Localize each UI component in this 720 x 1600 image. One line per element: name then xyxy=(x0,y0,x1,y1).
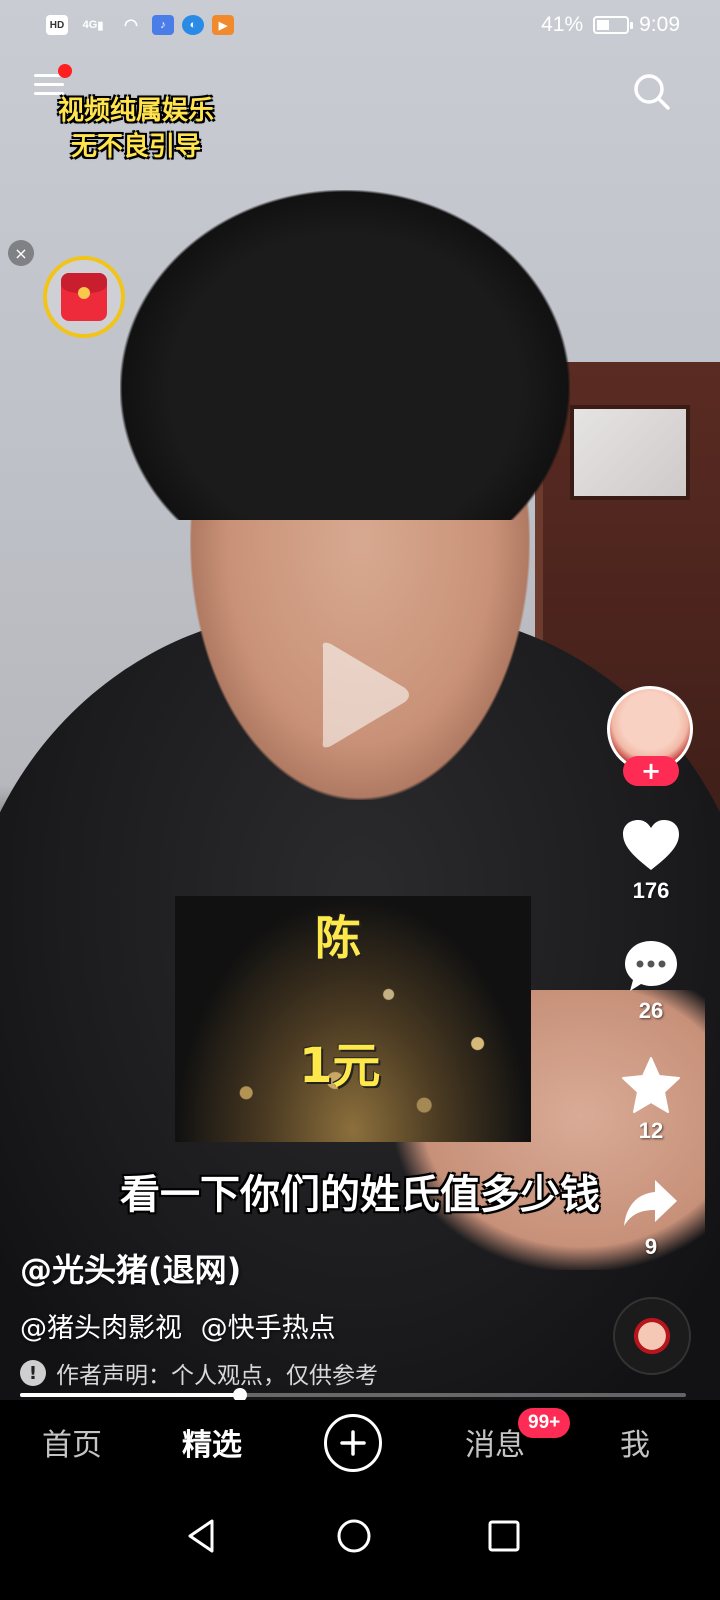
author-statement: ! 作者声明：个人观点，仅供参考 xyxy=(20,1356,378,1390)
nav-featured[interactable]: 精选 xyxy=(182,1420,242,1464)
status-right: 41% 9:09 xyxy=(541,13,680,37)
like-button[interactable]: 176 xyxy=(608,818,694,904)
browser-app-icon: ◐ xyxy=(182,15,204,35)
signal-icon: 4G ▮ xyxy=(82,19,104,32)
share-button[interactable]: 9 xyxy=(608,1176,694,1260)
favorite-count: 12 xyxy=(638,1118,664,1143)
video-person-hair xyxy=(120,190,570,520)
comment-button[interactable]: 26 xyxy=(608,938,694,1024)
comment-count: 26 xyxy=(638,998,664,1023)
video-progress-bar[interactable] xyxy=(20,1388,686,1402)
bottom-nav: 首页 精选 消息 99+ 我 xyxy=(0,1400,720,1488)
video-app-icon: ▶ xyxy=(212,15,234,35)
nav-messages[interactable]: 消息 xyxy=(465,1420,525,1464)
video-progress-fill xyxy=(20,1393,240,1397)
create-button[interactable] xyxy=(324,1414,382,1472)
mentions: @猪头肉影视 @快手热点 xyxy=(20,1306,346,1345)
coin-value: 1元 xyxy=(299,1038,381,1094)
music-app-icon: ♪ xyxy=(152,15,174,35)
coin-image: 陈 1元 xyxy=(175,896,531,1142)
status-bar: HD 4G ▮ ◠ ♪ ◐ ▶ 41% 9:09 xyxy=(0,0,720,50)
red-packet-icon xyxy=(61,273,107,321)
mention-link[interactable]: @猪头肉影视 xyxy=(20,1313,182,1344)
system-nav-bar xyxy=(0,1488,720,1600)
status-left-icons: HD 4G ▮ ◠ ♪ ◐ ▶ xyxy=(46,15,234,35)
red-packet-button[interactable] xyxy=(43,256,125,338)
share-icon xyxy=(624,1180,677,1226)
comment-icon xyxy=(625,941,677,991)
disclaimer-line-2: 无不良引导 xyxy=(70,132,201,162)
video-subtitle: 看一下你们的姓氏值多少钱 xyxy=(120,1172,600,1218)
like-count: 176 xyxy=(632,878,670,903)
menu-line xyxy=(34,83,64,86)
nav-home[interactable]: 首页 xyxy=(42,1420,102,1464)
nav-me[interactable]: 我 xyxy=(620,1420,650,1464)
play-icon[interactable] xyxy=(313,640,413,750)
video-door-window xyxy=(570,405,690,500)
hd-icon: HD xyxy=(46,15,68,35)
battery-icon xyxy=(593,16,634,34)
home-circle-icon[interactable] xyxy=(334,1516,374,1556)
author-name[interactable]: @光头猪(退网) xyxy=(20,1245,241,1291)
search-icon[interactable] xyxy=(632,72,672,112)
follow-button[interactable]: + xyxy=(623,756,679,786)
back-triangle-icon[interactable] xyxy=(182,1516,222,1556)
close-icon[interactable]: × xyxy=(8,240,34,266)
music-disc[interactable] xyxy=(613,1297,691,1375)
star-icon xyxy=(622,1057,680,1113)
heart-icon xyxy=(623,820,679,870)
share-count: 9 xyxy=(644,1234,658,1259)
favorite-button[interactable]: 12 xyxy=(608,1056,694,1144)
menu-notification-dot xyxy=(58,64,72,78)
disclaimer-line-1: 视频纯属娱乐 xyxy=(57,96,214,126)
messages-badge: 99+ xyxy=(518,1408,571,1438)
warning-icon: ! xyxy=(20,1360,46,1386)
statement-text: 作者声明：个人观点，仅供参考 xyxy=(56,1363,378,1389)
battery-level xyxy=(597,20,609,30)
wifi-icon: ◠ xyxy=(124,17,138,34)
network-type: 4G xyxy=(82,19,98,31)
recents-square-icon[interactable] xyxy=(484,1516,524,1556)
coin-surname: 陈 xyxy=(315,911,361,965)
video-disclaimer-caption: 视频纯属娱乐 无不良引导 xyxy=(36,93,236,165)
plus-icon xyxy=(340,1430,366,1456)
battery-percent: 41% xyxy=(541,13,584,36)
clock: 9:09 xyxy=(639,13,680,36)
mention-link[interactable]: @快手热点 xyxy=(201,1313,336,1344)
